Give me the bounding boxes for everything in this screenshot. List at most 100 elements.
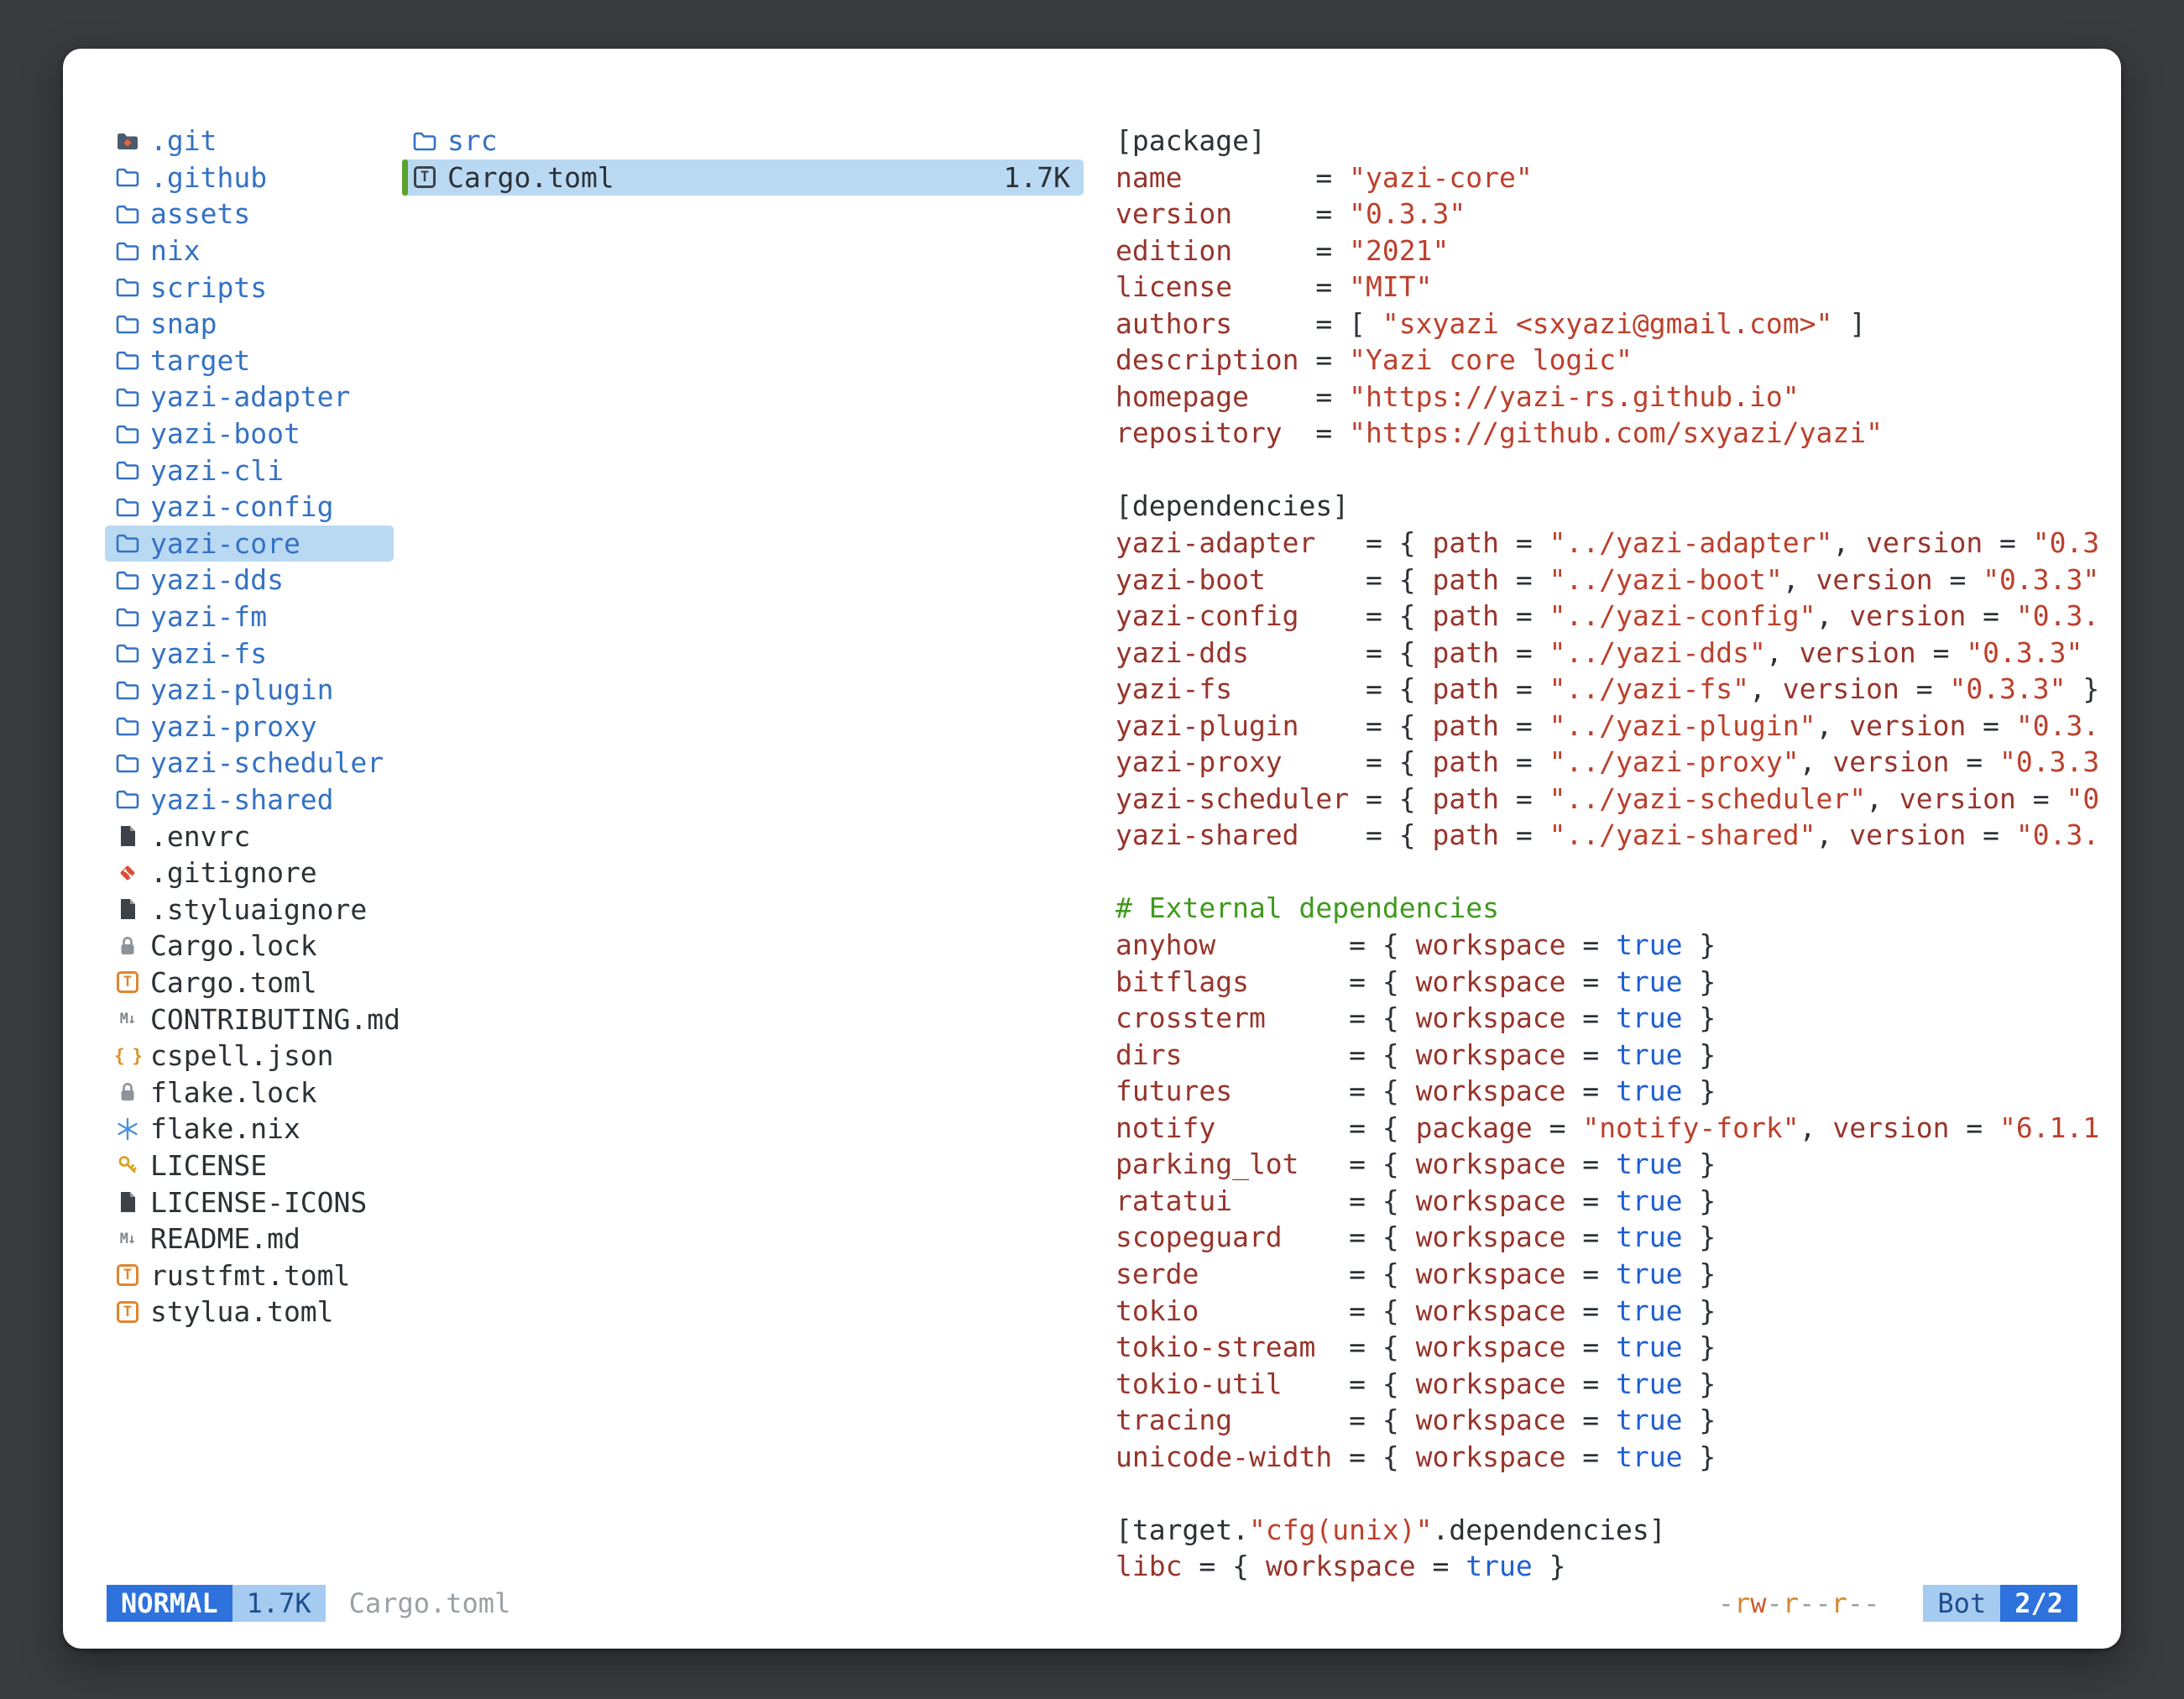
item-label: target [150, 344, 250, 377]
code-line [1116, 854, 2114, 891]
file-row[interactable]: { }cspell.json [105, 1038, 394, 1074]
dir-row[interactable]: snap [105, 306, 394, 342]
folder-icon [112, 238, 144, 264]
code-line: yazi-dds = { path = "../yazi-dds", versi… [1116, 635, 2114, 672]
dir-row[interactable]: yazi-cli [105, 452, 394, 489]
file-row[interactable]: .envrc [105, 818, 394, 855]
file-icon [112, 897, 144, 922]
file-row[interactable]: LICENSE [105, 1147, 394, 1184]
git-folder-icon [112, 128, 144, 154]
file-row[interactable]: TCargo.toml1.7K [402, 159, 1084, 196]
folder-icon [409, 128, 441, 154]
code-line: libc = { workspace = true } [1116, 1548, 2114, 1585]
dir-row[interactable]: yazi-fm [105, 599, 394, 635]
markdown-icon: M↓ [112, 1011, 144, 1027]
item-label: snap [150, 307, 217, 340]
code-line: unicode-width = { workspace = true } [1116, 1439, 2114, 1476]
toml-icon: T [112, 1264, 144, 1286]
item-label: yazi-cli [150, 454, 284, 487]
item-label: assets [150, 197, 250, 230]
folder-icon [112, 274, 144, 300]
item-label: src [447, 124, 498, 157]
item-label: .gitignore [150, 856, 317, 889]
code-line: [dependencies] [1116, 488, 2114, 525]
git-icon [112, 860, 144, 886]
folder-icon [112, 457, 144, 483]
item-label: Cargo.toml [447, 161, 614, 194]
dir-row[interactable]: target [105, 342, 394, 379]
folder-icon [112, 201, 144, 227]
code-line: yazi-scheduler = { path = "../yazi-sched… [1116, 781, 2114, 818]
file-row[interactable]: LICENSE-ICONS [105, 1184, 394, 1221]
file-row[interactable]: Tstylua.toml [105, 1294, 394, 1330]
code-line: yazi-shared = { path = "../yazi-shared",… [1116, 817, 2114, 854]
dir-row[interactable]: scripts [105, 269, 394, 306]
file-icon [112, 823, 144, 849]
dir-row[interactable]: yazi-boot [105, 416, 394, 452]
item-label: cspell.json [150, 1039, 334, 1072]
dir-row[interactable]: yazi-fs [105, 635, 394, 672]
file-row[interactable]: Trustfmt.toml [105, 1257, 394, 1294]
code-line: [target."cfg(unix)".dependencies] [1116, 1512, 2114, 1549]
dir-row[interactable]: src [402, 123, 1084, 159]
folder-icon [112, 714, 144, 739]
file-row[interactable]: M↓CONTRIBUTING.md [105, 1001, 394, 1038]
dir-row[interactable]: .git [105, 123, 394, 159]
item-label: Cargo.toml [150, 966, 317, 999]
markdown-icon: M↓ [112, 1231, 144, 1247]
file-size-chip: 1.7K [233, 1585, 326, 1622]
item-label: .git [150, 124, 217, 157]
dir-row[interactable]: yazi-adapter [105, 379, 394, 416]
dir-row[interactable]: .github [105, 159, 394, 196]
code-line: ratatui = { workspace = true } [1116, 1183, 2114, 1220]
dir-row[interactable]: assets [105, 196, 394, 233]
dir-row[interactable]: yazi-proxy [105, 708, 394, 745]
folder-icon [112, 531, 144, 556]
item-label: flake.nix [150, 1112, 300, 1145]
item-label: yazi-adapter [150, 380, 350, 413]
file-row[interactable]: flake.nix [105, 1111, 394, 1147]
dir-row[interactable]: yazi-config [105, 489, 394, 525]
toml-dark-icon: T [409, 166, 441, 188]
code-line [1116, 1475, 2114, 1512]
folder-icon [112, 348, 144, 373]
item-label: yazi-config [150, 490, 334, 523]
dir-row[interactable]: yazi-core [105, 525, 394, 562]
file-row[interactable]: .styluaignore [105, 891, 394, 928]
item-label: yazi-shared [150, 783, 334, 816]
file-row[interactable]: T Cargo.toml [105, 965, 394, 1001]
item-label: yazi-proxy [150, 710, 317, 743]
dir-row[interactable]: yazi-plugin [105, 672, 394, 708]
folder-icon [112, 640, 144, 666]
code-line [1116, 452, 2114, 489]
item-label: flake.lock [150, 1076, 317, 1109]
folder-icon [112, 494, 144, 520]
dir-row[interactable]: yazi-dds [105, 562, 394, 599]
item-label: .styluaignore [150, 893, 367, 926]
item-label: Cargo.lock [150, 929, 317, 962]
dir-row[interactable]: yazi-shared [105, 782, 394, 818]
file-row[interactable]: flake.lock [105, 1074, 394, 1111]
code-line: yazi-fs = { path = "../yazi-fs", version… [1116, 671, 2114, 708]
code-line: name = "yazi-core" [1116, 159, 2114, 196]
dir-row[interactable]: nix [105, 233, 394, 269]
code-line: tracing = { workspace = true } [1116, 1402, 2114, 1439]
code-line: notify = { package = "notify-fork", vers… [1116, 1110, 2114, 1147]
file-row[interactable]: Cargo.lock [105, 928, 394, 965]
nix-icon [112, 1116, 144, 1142]
item-label: nix [150, 234, 201, 267]
status-filename: Cargo.toml [349, 1587, 511, 1619]
dir-row[interactable]: yazi-scheduler [105, 745, 394, 782]
folder-icon [112, 311, 144, 337]
code-line: [package] [1116, 123, 2114, 159]
code-line: edition = "2021" [1116, 233, 2114, 269]
folder-icon [112, 421, 144, 447]
file-row[interactable]: .gitignore [105, 855, 394, 891]
file-icon [112, 1189, 144, 1215]
folder-icon [112, 604, 144, 630]
code-line: scopeguard = { workspace = true } [1116, 1219, 2114, 1256]
lock-icon [112, 933, 144, 959]
code-line: yazi-proxy = { path = "../yazi-proxy", v… [1116, 744, 2114, 781]
file-row[interactable]: M↓README.md [105, 1221, 394, 1257]
toml-icon: T [112, 971, 144, 993]
